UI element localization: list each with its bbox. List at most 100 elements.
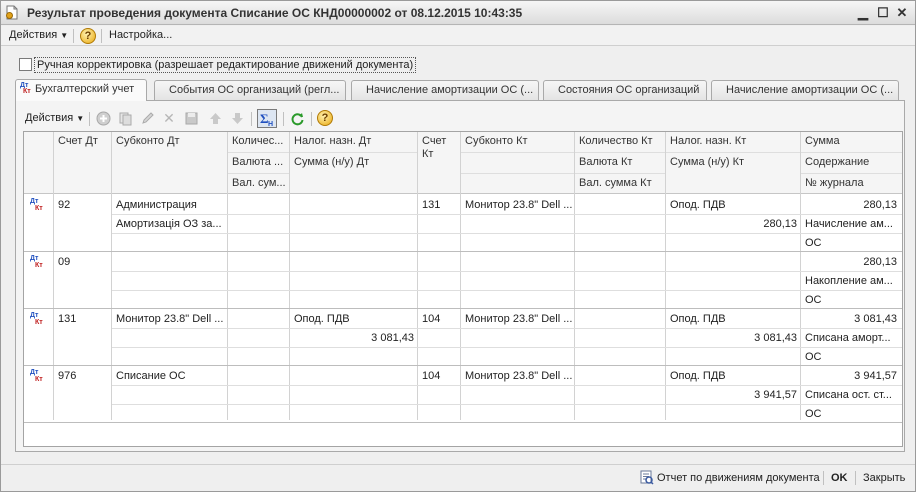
ok-button[interactable]: OK (831, 472, 848, 484)
window-title: Результат проведения документа Списание … (27, 6, 523, 20)
tab-os-states[interactable]: Состояния ОС организаций (543, 80, 707, 100)
tab-depreciation-1[interactable]: Начисление амортизации ОС (... (351, 80, 539, 100)
table-actions-menu[interactable]: Действия ▼ (25, 112, 84, 124)
cell-summa: 3 081,43 (854, 313, 897, 325)
manual-edit-checkbox[interactable] (19, 58, 32, 71)
cell-summa-nu-kt: 3 081,43 (754, 332, 797, 344)
menu-divider (73, 29, 74, 43)
cell-summa-nu-dt (290, 215, 418, 234)
move-down-icon[interactable] (229, 110, 245, 126)
help-icon[interactable]: ? (317, 110, 333, 126)
cell-schet-kt (418, 253, 461, 272)
tab-label: Начисление амортизации ОС (... (726, 84, 894, 96)
report-button[interactable]: Отчет по движениям документа (657, 472, 820, 484)
cell-nalog-dt (290, 196, 418, 215)
table-header: Счет Дт Субконто Дт Количес... Валюта ..… (24, 132, 902, 194)
tab-depreciation-2[interactable]: Начисление амортизации ОС (... (711, 80, 899, 100)
cell-summa-nu-kt: 280,13 (763, 218, 797, 230)
cell-nalog-dt (290, 253, 418, 272)
tab-os-events[interactable]: События ОС организаций (регл... (154, 80, 346, 100)
dt-kt-icon: Дт Кт (30, 255, 43, 269)
header-subkonto-dt[interactable]: Субконто Дт (112, 132, 228, 152)
header-nalog-dt[interactable]: Налог. назн. Дт (290, 132, 418, 152)
cell-subkonto-dt-2 (112, 329, 228, 348)
cell-schet-dt: 92 (58, 199, 71, 211)
cell-nalog-kt (666, 253, 801, 272)
status-divider (855, 471, 856, 485)
table-toolbar: Действия ▼ ✕ ΣН ? (23, 109, 903, 129)
cell-summa-nu-kt: 3 941,57 (754, 389, 797, 401)
cell-subkonto-dt-2 (112, 272, 228, 291)
header-summa-nu-kt[interactable]: Сумма (н/у) Кт (666, 153, 801, 173)
header-soderzhanie[interactable]: Содержание (801, 153, 902, 173)
settings-menu[interactable]: Настройка... (109, 29, 172, 41)
dt-kt-icon: Дт Кт (30, 198, 43, 212)
move-up-icon[interactable] (207, 110, 223, 126)
cell-nalog-kt: Опод. ПДВ (670, 313, 726, 325)
dt-kt-icon: Дт Кт (30, 312, 43, 326)
cell-schet-kt: 104 (422, 313, 441, 325)
header-summa[interactable]: Сумма (801, 132, 902, 152)
cell-schet-kt: 104 (422, 370, 441, 382)
cell-summa-nu-dt (290, 272, 418, 291)
cell-soderzhanie: Начисление ам... (805, 218, 893, 230)
status-divider (823, 471, 824, 485)
document-icon (6, 5, 18, 20)
header-kolichestvo-kt[interactable]: Количество Кт (575, 132, 666, 152)
status-bar: Отчет по движениям документа OK Закрыть (1, 464, 915, 491)
header-val-summa-kt[interactable]: Вал. сумма Кт (575, 174, 666, 194)
toolbar-divider (283, 112, 284, 126)
minimize-icon[interactable]: ▁ (855, 5, 871, 21)
delete-icon[interactable]: ✕ (161, 110, 177, 126)
refresh-icon[interactable] (289, 110, 305, 126)
toolbar-divider (89, 112, 90, 126)
cell-subkonto-kt: Монитор 23.8" Dell ... (465, 370, 573, 382)
report-icon[interactable] (639, 470, 654, 488)
header-kolichestvo-dt[interactable]: Количес... (228, 132, 290, 152)
cell-soderzhanie: Списана ост. ст... (805, 389, 892, 401)
actions-menu-label: Действия (9, 29, 58, 41)
cell-subkonto-kt: Монитор 23.8" Dell ... (465, 313, 573, 325)
header-val-summa-dt[interactable]: Вал. сум... (228, 174, 290, 194)
cell-schet-dt: 976 (58, 370, 77, 382)
cell-schet-dt: 131 (58, 313, 77, 325)
title-bar: Результат проведения документа Списание … (1, 1, 915, 25)
close-icon[interactable]: ✕ (894, 5, 910, 21)
tab-label: Состояния ОС организаций (558, 84, 700, 96)
cell-subkonto-dt: Монитор 23.8" Dell ... (116, 313, 224, 325)
header-schet-dt[interactable]: Счет Дт (54, 132, 112, 152)
cell-summa-nu-dt: 3 081,43 (371, 332, 414, 344)
header-summa-nu-dt[interactable]: Сумма (н/у) Дт (290, 153, 418, 173)
sum-icon[interactable]: ΣН (257, 109, 277, 128)
copy-icon[interactable] (117, 110, 133, 126)
cell-soderzhanie: Списана аморт... (805, 332, 891, 344)
edit-icon[interactable] (139, 110, 155, 126)
header-valyuta-kt[interactable]: Валюта Кт (575, 153, 666, 173)
svg-text:Н: Н (268, 121, 273, 127)
cell-summa-nu-dt (290, 386, 418, 405)
header-nalog-kt[interactable]: Налог. назн. Кт (666, 132, 801, 152)
actions-menu[interactable]: Действия ▼ (9, 29, 68, 41)
header-nomer-zhurnala[interactable]: № журнала (801, 174, 902, 194)
help-icon[interactable]: ? (80, 28, 96, 44)
save-icon[interactable] (183, 110, 199, 126)
table-actions-label: Действия (25, 112, 74, 124)
header-subkonto-kt[interactable]: Субконто Кт (461, 132, 575, 152)
toolbar-divider (311, 112, 312, 126)
cell-subkonto-kt (461, 253, 575, 272)
manual-edit-label[interactable]: Ручная корректировка (разрешает редактир… (34, 57, 417, 73)
header-valyuta-dt[interactable]: Валюта ... (228, 153, 290, 173)
menu-divider (101, 29, 102, 43)
tab-label: Начисление амортизации ОС (... (366, 84, 534, 96)
cell-nalog-kt: Опод. ПДВ (670, 370, 726, 382)
tab-label: Бухгалтерский учет (35, 83, 135, 95)
maximize-icon[interactable]: ☐ (875, 5, 891, 21)
cell-summa: 280,13 (863, 199, 897, 211)
cell-subkonto-dt-2: Амортизація ОЗ за... (116, 218, 222, 230)
add-icon[interactable] (95, 110, 111, 126)
chevron-down-icon: ▼ (60, 31, 69, 40)
chevron-down-icon: ▼ (76, 114, 85, 123)
close-button[interactable]: Закрыть (863, 472, 905, 484)
tab-accounting[interactable]: Дт Кт Бухгалтерский учет (15, 79, 147, 101)
document-window: Результат проведения документа Списание … (0, 0, 916, 492)
